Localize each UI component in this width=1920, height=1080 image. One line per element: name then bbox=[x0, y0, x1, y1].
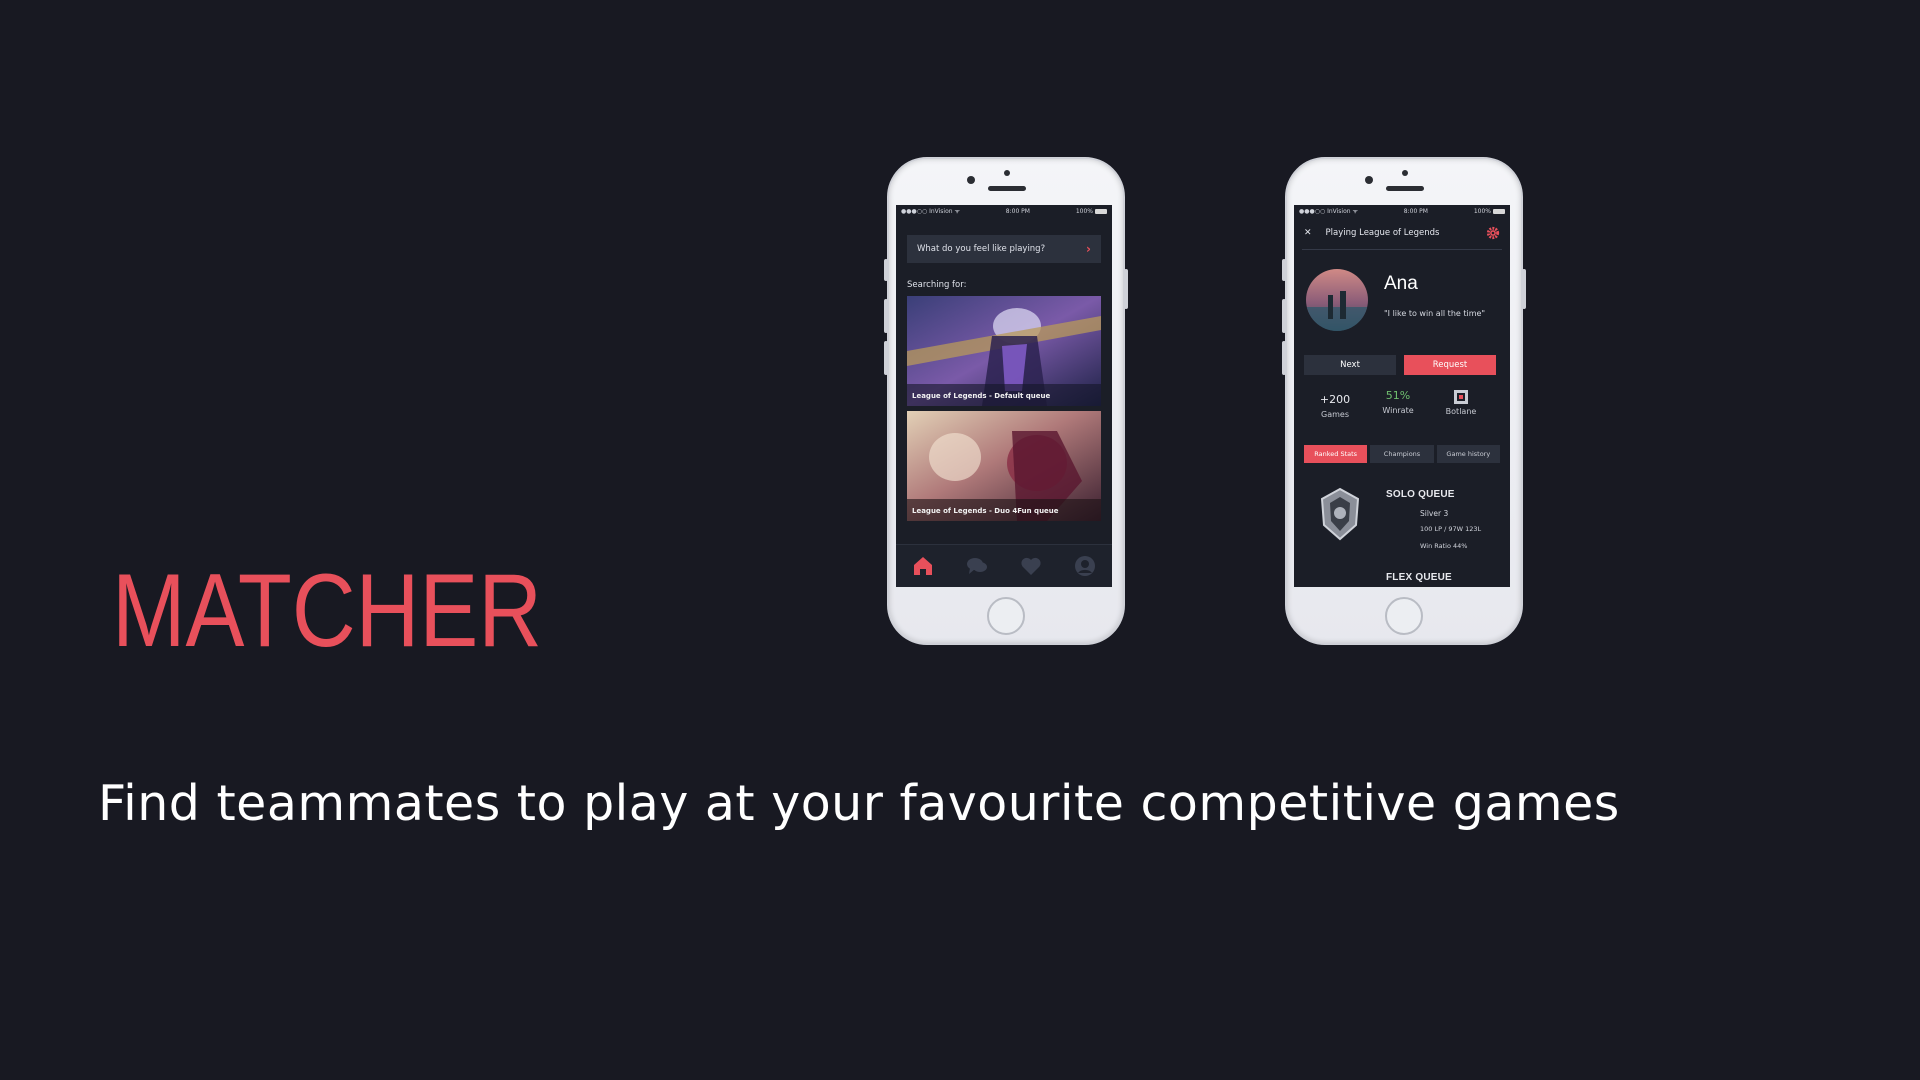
header-divider bbox=[1302, 249, 1502, 250]
stat-label: Winrate bbox=[1382, 406, 1414, 415]
carrier-label: ●●●○○ InVision ᯤ bbox=[1299, 208, 1358, 215]
svg-text:MATCHER: MATCHER bbox=[112, 562, 542, 652]
avatar bbox=[1306, 269, 1368, 331]
stat-label: Games bbox=[1321, 410, 1349, 419]
stat-value: 51% bbox=[1385, 389, 1411, 402]
solo-rank: Silver 3 bbox=[1420, 509, 1449, 518]
tab-ranked-stats[interactable]: Ranked Stats bbox=[1304, 445, 1368, 463]
bottom-nav bbox=[896, 544, 1112, 587]
battery-icon bbox=[1492, 208, 1505, 214]
front-camera bbox=[967, 176, 975, 184]
battery-status: 100% bbox=[1076, 208, 1107, 215]
sensor-dot bbox=[1004, 170, 1010, 176]
next-button[interactable]: Next bbox=[1304, 355, 1396, 375]
champion-art-image bbox=[907, 296, 1101, 406]
phone-mockup-profile: ●●●○○ InVision ᯤ 8:00 PM 100% ✕ Playing … bbox=[1282, 157, 1526, 645]
game-search-input[interactable]: What do you feel like playing? › bbox=[907, 235, 1101, 263]
home-icon[interactable] bbox=[911, 554, 935, 578]
stats-tabs: Ranked Stats Champions Game history bbox=[1304, 445, 1500, 463]
phone-screen-profile: ●●●○○ InVision ᯤ 8:00 PM 100% ✕ Playing … bbox=[1294, 205, 1510, 587]
status-bar: ●●●○○ InVision ᯤ 8:00 PM 100% bbox=[896, 205, 1112, 217]
stat-value: +200 bbox=[1319, 393, 1351, 406]
stat-label: Botlane bbox=[1445, 407, 1477, 416]
tagline: Find teammates to play at your favourite… bbox=[98, 775, 1620, 832]
battery-icon bbox=[1094, 208, 1107, 214]
champion-art-image bbox=[907, 411, 1101, 521]
home-button[interactable] bbox=[1385, 597, 1423, 635]
rank-emblem-icon bbox=[1320, 487, 1360, 541]
request-button[interactable]: Request bbox=[1404, 355, 1496, 375]
card-caption: League of Legends - Duo 4Fun queue bbox=[912, 507, 1059, 515]
earpiece bbox=[1386, 186, 1424, 191]
heart-icon[interactable] bbox=[1019, 554, 1043, 578]
profile-icon[interactable] bbox=[1073, 554, 1097, 578]
chevron-right-icon[interactable]: › bbox=[1086, 242, 1091, 256]
close-icon[interactable]: ✕ bbox=[1304, 228, 1312, 238]
status-time: 8:00 PM bbox=[1005, 207, 1030, 215]
chat-icon[interactable] bbox=[965, 554, 989, 578]
stat-winrate: 51% Winrate bbox=[1367, 389, 1429, 415]
player-quote: "I like to win all the time" bbox=[1384, 309, 1486, 318]
tab-game-history[interactable]: Game history bbox=[1436, 445, 1500, 463]
botlane-icon bbox=[1454, 390, 1468, 404]
flex-queue-title: FLEX QUEUE bbox=[1386, 572, 1452, 583]
phone-screen-search: ●●●○○ InVision ᯤ 8:00 PM 100% What do yo… bbox=[896, 205, 1112, 587]
stat-role: Botlane bbox=[1430, 390, 1492, 416]
phone-mockup-search: ●●●○○ InVision ᯤ 8:00 PM 100% What do yo… bbox=[884, 157, 1128, 645]
player-name: Ana bbox=[1384, 273, 1418, 294]
stat-games: +200 Games bbox=[1304, 393, 1366, 419]
card-caption: League of Legends - Default queue bbox=[912, 392, 1051, 400]
status-time: 8:00 PM bbox=[1403, 207, 1428, 215]
earpiece bbox=[988, 186, 1026, 191]
gear-icon[interactable] bbox=[1486, 226, 1500, 240]
home-button[interactable] bbox=[987, 597, 1025, 635]
carrier-label: ●●●○○ InVision ᯤ bbox=[901, 208, 960, 215]
sensor-dot bbox=[1402, 170, 1408, 176]
status-bar: ●●●○○ InVision ᯤ 8:00 PM 100% bbox=[1294, 205, 1510, 217]
header-title: Playing League of Legends bbox=[1325, 228, 1440, 238]
solo-winratio: Win Ratio 44% bbox=[1420, 542, 1468, 550]
tab-champions[interactable]: Champions bbox=[1370, 445, 1434, 463]
battery-status: 100% bbox=[1474, 208, 1505, 215]
queue-card-duo[interactable]: League of Legends - Duo 4Fun queue bbox=[907, 411, 1101, 521]
queue-card-default[interactable]: League of Legends - Default queue bbox=[907, 296, 1101, 406]
profile-header: ✕ Playing League of Legends bbox=[1294, 221, 1510, 245]
front-camera bbox=[1365, 176, 1373, 184]
solo-lp: 100 LP / 97W 123L bbox=[1420, 525, 1482, 533]
searching-label: Searching for: bbox=[907, 280, 967, 290]
search-prompt: What do you feel like playing? bbox=[917, 244, 1046, 254]
solo-queue-title: SOLO QUEUE bbox=[1386, 489, 1455, 500]
matcher-logo: MATCHER bbox=[112, 562, 542, 652]
